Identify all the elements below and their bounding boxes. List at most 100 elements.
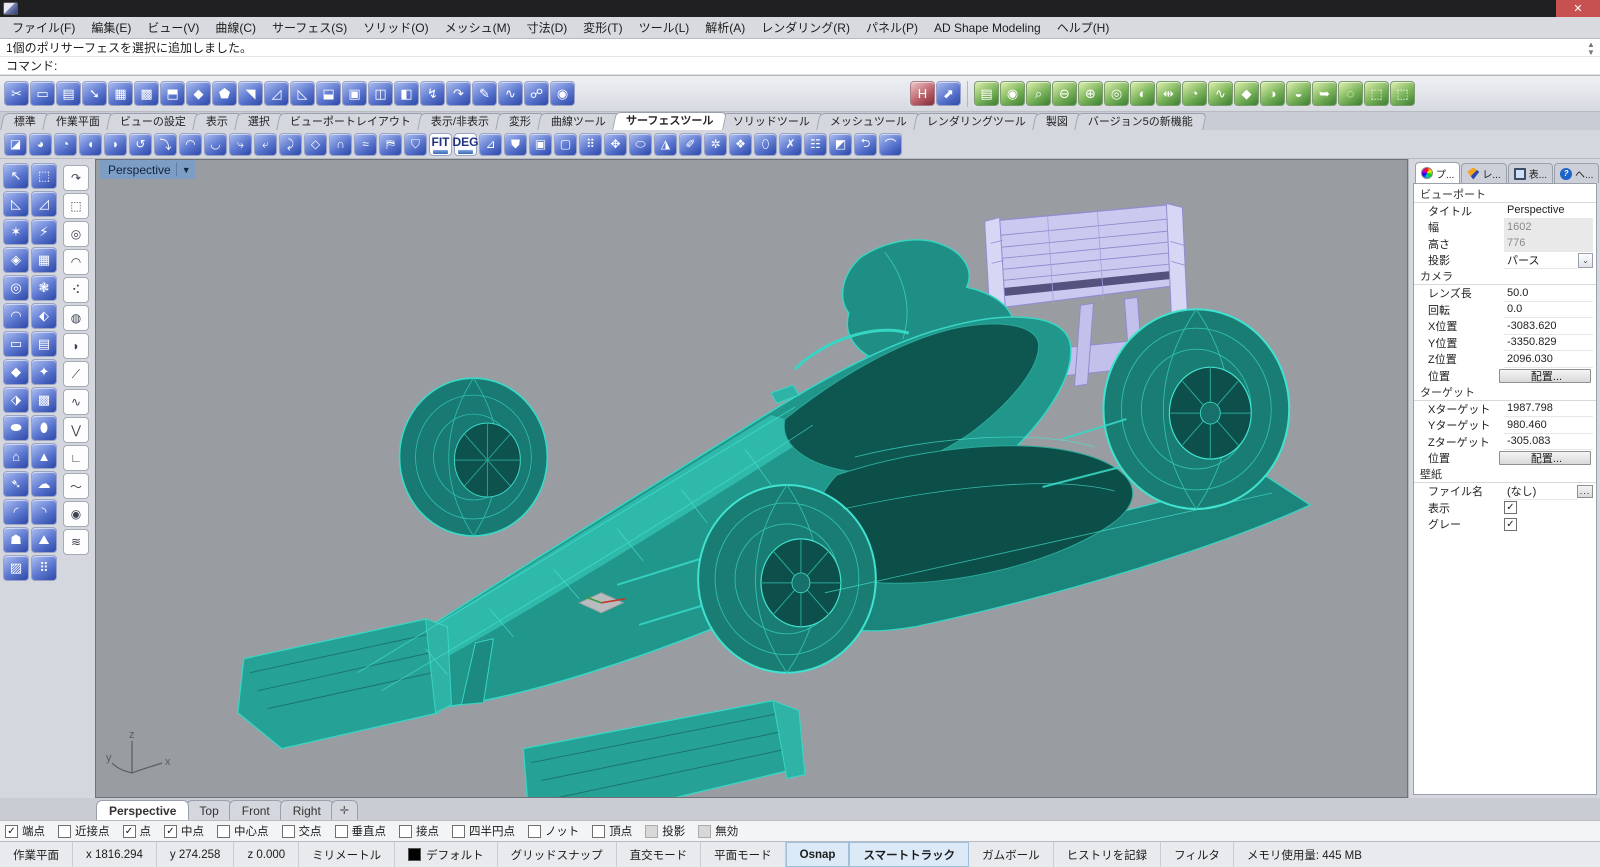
flag-panel-icon[interactable]: ⬒ [160, 81, 185, 106]
blend-srf-icon[interactable]: ≈ [354, 132, 377, 156]
drape-srf-icon[interactable]: ⬮ [31, 415, 57, 441]
status-record-history[interactable]: ヒストリを記録 [1054, 842, 1162, 867]
kite-surface-icon[interactable]: ◆ [186, 81, 211, 106]
flatten-icon[interactable]: ▭ [30, 81, 55, 106]
property-row[interactable]: 投影 パース ⌄ [1414, 252, 1596, 269]
ghost-select-icon[interactable]: ◌ [1338, 81, 1363, 106]
circle-srf-icon[interactable]: ◎ [3, 275, 29, 301]
fillet-srf-icon[interactable]: ⛊ [504, 132, 527, 156]
select-arrow-icon[interactable]: ↖ [3, 163, 29, 189]
environment-map-icon[interactable]: ➥ [1312, 81, 1337, 106]
curve-points-icon[interactable]: ☍ [524, 81, 549, 106]
link-edit-icon[interactable]: ✂ [4, 81, 29, 106]
plane-grid-icon[interactable]: ▤ [31, 331, 57, 357]
property-row[interactable]: グレー ✓ [1414, 516, 1596, 533]
srf-corner-icon[interactable]: ◕ [29, 132, 52, 156]
flip-srf-icon[interactable]: ⬗ [3, 387, 29, 413]
deform-quad-icon[interactable]: ◆ [3, 359, 29, 385]
point-cloud-icon[interactable]: ⠪ [63, 277, 89, 303]
spoon-curve-icon[interactable]: ➴ [3, 471, 29, 497]
cone-srf-icon[interactable]: ▲ [31, 443, 57, 469]
wave-analysis-icon[interactable]: ∿ [1208, 81, 1233, 106]
concentric-circle-icon[interactable]: ◉ [63, 501, 89, 527]
panel-swap-icon[interactable]: ◧ [394, 81, 419, 106]
property-row[interactable]: 位置 配置... [1414, 368, 1596, 385]
menu-tools[interactable]: ツール(L) [631, 17, 698, 38]
eye-icon[interactable]: ◉ [550, 81, 575, 106]
menu-mesh[interactable]: メッシュ(M) [437, 17, 519, 38]
line-2pt-icon[interactable]: ⟋ [63, 361, 89, 387]
runner-icon[interactable]: ↯ [420, 81, 445, 106]
circle-points-icon[interactable]: ◎ [63, 221, 89, 247]
fan-srf-icon[interactable]: ❃ [31, 275, 57, 301]
viewport-menu-arrow-icon[interactable]: ▼ [182, 165, 191, 175]
dashed-select-2-icon[interactable]: ⬚ [1390, 81, 1415, 106]
vtab-perspective[interactable]: Perspective [96, 800, 190, 820]
panel-tab-display[interactable]: 表... [1507, 163, 1554, 183]
html-export-icon[interactable]: H [910, 81, 935, 106]
rebuild-icon[interactable]: ✐ [679, 132, 702, 156]
merge-srf-icon[interactable]: ❖ [729, 132, 752, 156]
tent-srf-icon[interactable]: ⌂ [3, 443, 29, 469]
zoom-in-icon[interactable]: ⊕ [1078, 81, 1103, 106]
property-row[interactable]: 表示 ✓ [1414, 500, 1596, 517]
vtab-add[interactable]: ✛ [330, 800, 358, 820]
sweep2-icon[interactable]: ↺ [129, 132, 152, 156]
join-edges-icon[interactable]: ⬯ [754, 132, 777, 156]
property-row[interactable]: Yターゲット 980.460 [1414, 417, 1596, 434]
property-row[interactable]: Zターゲット -305.083 [1414, 434, 1596, 450]
window-pair-icon[interactable]: ◫ [368, 81, 393, 106]
tab-solid-tools[interactable]: ソリッドツール [719, 113, 825, 130]
checker-map-icon[interactable]: ▨ [3, 555, 29, 581]
corner-back-icon[interactable]: ◺ [290, 81, 315, 106]
status-grid-snap[interactable]: グリッドスナップ [498, 842, 617, 867]
draft-angle-icon[interactable]: ◆ [1234, 81, 1259, 106]
extend-srf-icon[interactable]: ⮌ [854, 132, 877, 156]
patch-icon[interactable]: ⛿ [379, 132, 402, 156]
menu-curve[interactable]: 曲線(C) [207, 17, 264, 38]
menu-dimension[interactable]: 寸法(D) [519, 17, 576, 38]
vtab-front[interactable]: Front [228, 800, 283, 820]
menu-solid[interactable]: ソリッド(O) [355, 17, 436, 38]
offset-srf-icon[interactable]: ⊿ [479, 132, 502, 156]
drape-icon[interactable]: ⛉ [404, 132, 427, 156]
move-control-point-icon[interactable]: ⬚ [31, 163, 57, 189]
sweep1-icon[interactable]: ◗ [104, 132, 127, 156]
menu-help[interactable]: ヘルプ(H) [1049, 17, 1118, 38]
tab-render-tools[interactable]: レンダリングツール [913, 113, 1041, 130]
property-row[interactable]: Y位置 -3350.829 [1414, 335, 1596, 351]
osnap-checkbox[interactable]: 無効 [698, 823, 738, 839]
plane-srf-icon[interactable]: ▭ [3, 331, 29, 357]
property-row[interactable]: カメラ [1414, 269, 1596, 285]
cobra-srf-icon[interactable]: ☗ [3, 527, 29, 553]
trim-tool-icon[interactable]: ◺ [3, 191, 29, 217]
osnap-checkbox[interactable]: 点 [122, 823, 151, 839]
scroll-down-icon[interactable]: ▼ [1587, 49, 1595, 57]
status-filter[interactable]: フィルタ [1161, 842, 1234, 867]
status-layer[interactable]: デフォルト [395, 842, 498, 867]
property-row[interactable]: Xターゲット 1987.798 [1414, 401, 1596, 417]
osnap-checkbox[interactable]: 垂直点 [334, 823, 386, 839]
bulb-search-icon[interactable]: ◉ [1000, 81, 1025, 106]
sketch-curve-icon[interactable]: 〜 [63, 473, 89, 499]
status-z[interactable]: z 0.000 [234, 842, 300, 867]
rect-points-icon[interactable]: ⬚ [63, 193, 89, 219]
menu-panels[interactable]: パネル(P) [858, 17, 926, 38]
twist-srf-icon[interactable]: ✦ [31, 359, 57, 385]
menu-view[interactable]: ビュー(V) [139, 17, 207, 38]
untrim-icon[interactable]: ✗ [779, 132, 802, 156]
status-planar[interactable]: 平面モード [701, 842, 786, 867]
tab-curve-tools[interactable]: 曲線ツール [537, 113, 620, 130]
osnap-checkbox[interactable]: 中点 [164, 823, 204, 839]
close-button[interactable]: ✕ [1556, 0, 1600, 17]
zoom-out-icon[interactable]: ⊖ [1052, 81, 1077, 106]
notebook-icon[interactable]: ▤ [56, 81, 81, 106]
grid-shade-icon[interactable]: ▩ [134, 81, 159, 106]
zebra-analysis-icon[interactable]: ◒ [1286, 81, 1311, 106]
window-inset-icon[interactable]: ▣ [342, 81, 367, 106]
tab-mesh-tools[interactable]: メッシュツール [816, 113, 922, 130]
brush-stroke-icon[interactable]: ➘ [82, 81, 107, 106]
status-smarttrack[interactable]: スマートトラック [849, 842, 970, 867]
split-tool-icon[interactable]: ◿ [31, 191, 57, 217]
extract-icon[interactable]: ⚡ [31, 219, 57, 245]
